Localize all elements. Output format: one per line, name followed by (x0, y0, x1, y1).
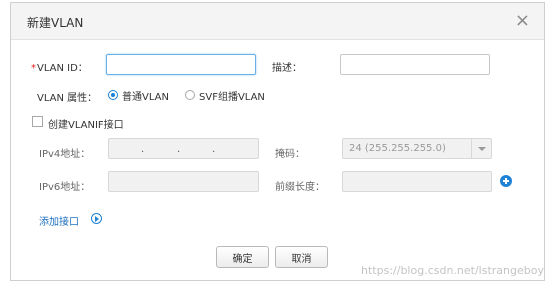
ipv4-input[interactable]: . . . (108, 138, 259, 159)
prefix-length-input[interactable] (342, 171, 492, 192)
cancel-button[interactable]: 取消 (275, 246, 328, 268)
ipv4-dot: . (177, 144, 181, 155)
new-vlan-dialog: 新建VLAN × *VLAN ID： 描述： VLAN 属性： 普通VLAN S… (10, 2, 545, 281)
mask-select-value: 24 (255.255.255.0) (349, 143, 446, 154)
prefix-length-label: 前缀长度： (275, 182, 325, 193)
ipv4-dot: . (212, 144, 216, 155)
add-ipv6-plus-icon[interactable] (500, 175, 512, 187)
dialog-title-bar: 新建VLAN × (11, 3, 544, 40)
vlan-id-input[interactable] (106, 54, 256, 75)
required-mark: * (31, 63, 36, 74)
mask-label: 掩码： (275, 149, 305, 160)
vlan-attr-label: VLAN 属性： (37, 93, 98, 104)
radio-normal-vlan-label[interactable]: 普通VLAN (122, 88, 169, 103)
dialog-title: 新建VLAN (27, 16, 84, 30)
ipv4-label: IPv4地址： (39, 149, 91, 160)
create-vlanif-checkbox[interactable] (32, 116, 43, 127)
description-input[interactable] (340, 54, 490, 75)
radio-svf-multicast-vlan[interactable] (185, 90, 195, 100)
ipv6-input[interactable] (108, 171, 259, 192)
create-vlanif-label[interactable]: 创建VLANIF接口 (48, 116, 124, 131)
vlan-id-label-text: VLAN ID： (37, 63, 88, 74)
radio-normal-vlan[interactable] (108, 90, 118, 100)
ipv6-label: IPv6地址： (39, 182, 91, 193)
vlan-id-label: *VLAN ID： (31, 59, 88, 74)
ipv4-dot: . (141, 144, 145, 155)
confirm-button[interactable]: 确定 (216, 246, 269, 268)
watermark-text: https://blog.csdn.net/lstrangeboy (361, 264, 544, 277)
close-icon[interactable]: × (515, 10, 530, 32)
radio-svf-multicast-vlan-label[interactable]: SVF组播VLAN (199, 88, 265, 103)
add-interface-link[interactable]: 添加接口 (39, 213, 79, 228)
chevron-down-icon[interactable] (471, 139, 491, 158)
expand-play-icon[interactable] (91, 213, 102, 224)
mask-select[interactable]: 24 (255.255.255.0) (342, 138, 492, 159)
description-label: 描述： (272, 63, 302, 74)
